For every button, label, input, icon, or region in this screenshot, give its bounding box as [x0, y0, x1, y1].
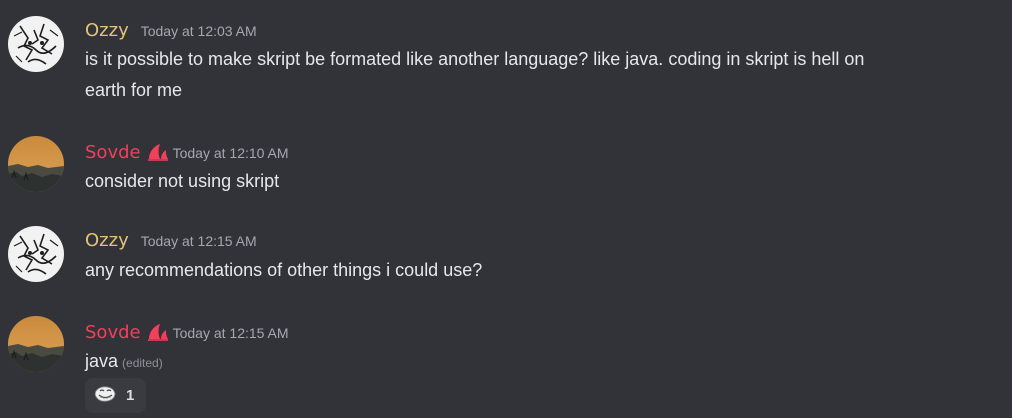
trollface-emoji-icon: [94, 385, 116, 407]
timestamp[interactable]: Today at 12:10 AM: [173, 145, 289, 161]
message-header: Ozzy Today at 12:15 AM: [85, 230, 257, 254]
edited-label: (edited): [122, 356, 163, 370]
avatar-ozzy[interactable]: [8, 226, 64, 282]
message-content: is it possible to make skript be formate…: [85, 44, 1005, 106]
avatar-sovde[interactable]: [8, 136, 64, 192]
message-line: java (edited): [85, 346, 1005, 379]
message-line: consider not using skript: [85, 171, 280, 191]
timestamp[interactable]: Today at 12:15 AM: [141, 233, 257, 249]
ozzy-sketch-avatar-icon: [8, 226, 64, 282]
sunset-landscape-avatar-icon: [8, 136, 64, 192]
username[interactable]: Ozzy: [85, 20, 129, 41]
avatar-sovde[interactable]: [8, 316, 64, 372]
message-header: Sovde Today at 12:15 AM: [85, 320, 289, 344]
message-content: java (edited): [85, 346, 1005, 379]
reaction-count: 1: [126, 387, 135, 404]
timestamp[interactable]: Today at 12:03 AM: [141, 23, 257, 39]
message-content: consider not using skript: [85, 166, 1005, 197]
pink-sail-badge-icon[interactable]: [147, 323, 169, 341]
message-header: Ozzy Today at 12:03 AM: [85, 20, 257, 44]
message-content: any recommendations of other things i co…: [85, 255, 1005, 286]
username[interactable]: Sovde: [85, 142, 141, 163]
username[interactable]: Sovde: [85, 322, 141, 343]
reaction-button[interactable]: 1: [85, 378, 146, 413]
timestamp[interactable]: Today at 12:15 AM: [173, 325, 289, 341]
chat-message-list: Ozzy Today at 12:03 AM is it possible to…: [0, 0, 1012, 418]
message-line: earth for me: [85, 80, 183, 100]
ozzy-sketch-avatar-icon: [8, 16, 64, 72]
message-line: any recommendations of other things i co…: [85, 260, 483, 280]
sunset-landscape-avatar-icon: [8, 316, 64, 372]
message-header: Sovde Today at 12:10 AM: [85, 140, 289, 164]
message-text: java: [85, 351, 119, 371]
pink-sail-badge-icon[interactable]: [147, 143, 169, 161]
username[interactable]: Ozzy: [85, 230, 129, 251]
message-line: is it possible to make skript be formate…: [85, 49, 865, 69]
avatar-ozzy[interactable]: [8, 16, 64, 72]
